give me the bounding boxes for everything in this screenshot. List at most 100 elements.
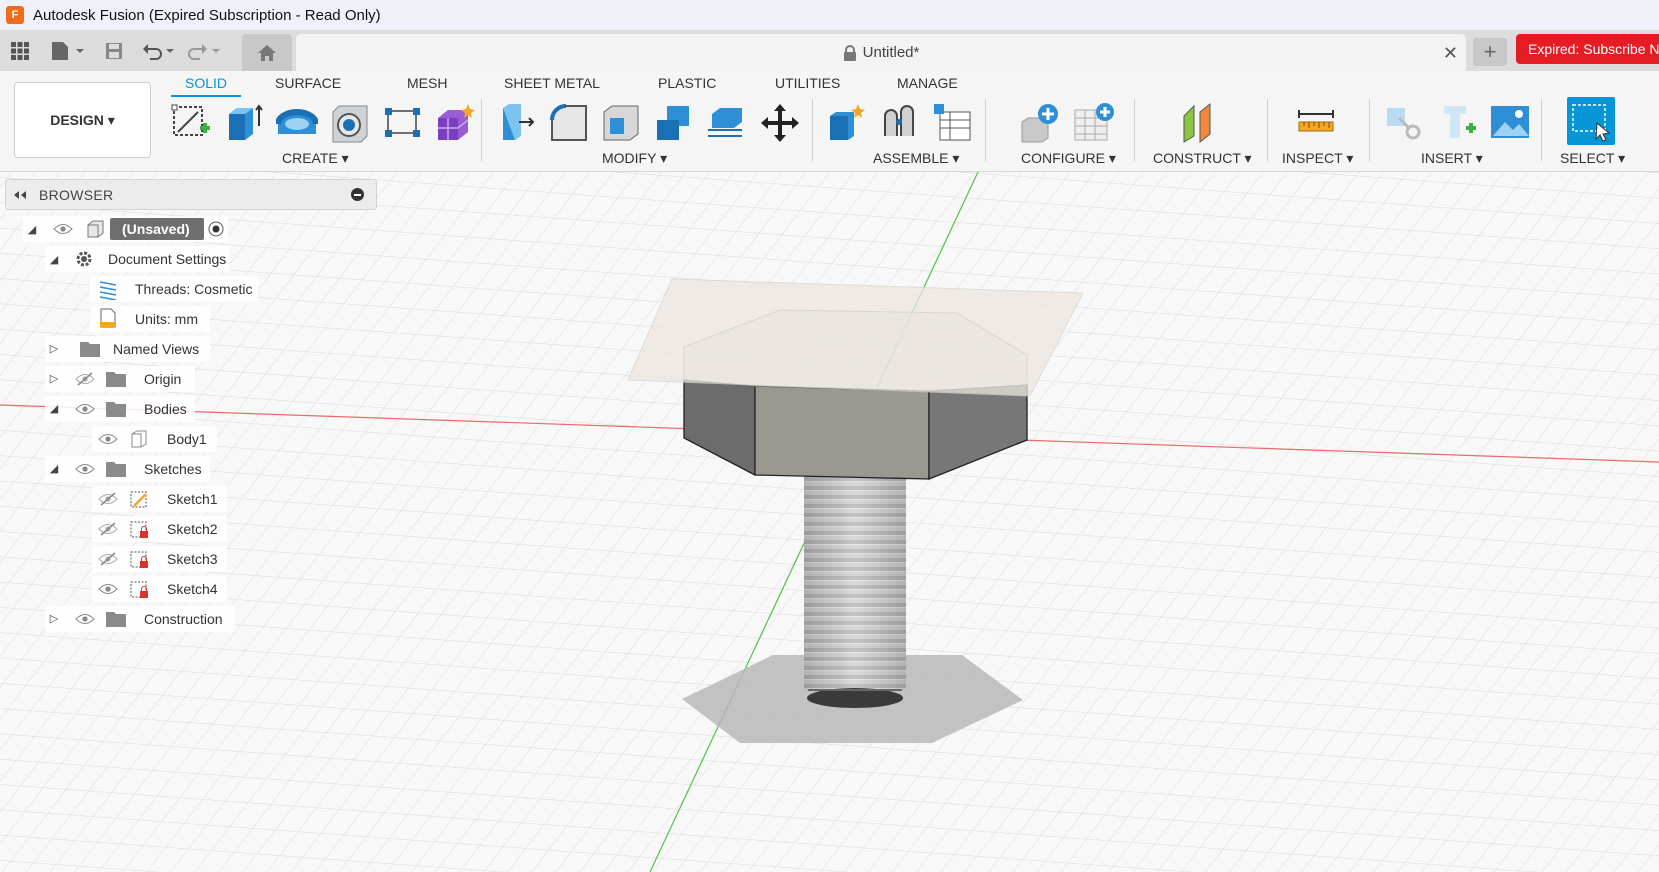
combine-icon[interactable] xyxy=(653,102,695,144)
folder-icon xyxy=(106,612,126,627)
units-icon xyxy=(100,308,116,328)
toolbar-separator xyxy=(481,99,482,161)
create-sketch-icon[interactable] xyxy=(170,102,212,144)
bodies-label[interactable]: Bodies xyxy=(144,401,187,417)
create-group-label[interactable]: CREATE ▾ xyxy=(282,150,349,167)
visibility-eye-icon[interactable] xyxy=(98,432,118,446)
document-settings-label[interactable]: Document Settings xyxy=(108,251,226,267)
origin-label[interactable]: Origin xyxy=(144,371,181,387)
collapse-triangle-icon[interactable]: ▷ xyxy=(48,372,60,385)
sketch3-label[interactable]: Sketch3 xyxy=(167,551,218,567)
sketch4-label[interactable]: Sketch4 xyxy=(167,581,218,597)
tab-solid[interactable]: SOLID xyxy=(171,75,242,97)
move-copy-icon[interactable] xyxy=(759,102,801,144)
insert-mcmaster-icon[interactable] xyxy=(1436,102,1478,144)
tab-mesh[interactable]: MESH xyxy=(407,75,447,97)
document-title: Untitled* xyxy=(862,44,920,61)
shell-icon[interactable] xyxy=(600,102,642,144)
visibility-eye-icon[interactable] xyxy=(75,612,95,626)
select-icon[interactable] xyxy=(1567,97,1615,145)
tab-manage[interactable]: MANAGE xyxy=(897,75,958,97)
named-views-label[interactable]: Named Views xyxy=(113,341,199,357)
title-bar: F Autodesk Fusion (Expired Subscription … xyxy=(0,0,1659,30)
threads-setting-label[interactable]: Threads: Cosmetic xyxy=(135,281,252,297)
modify-group-label[interactable]: MODIFY ▾ xyxy=(602,150,667,167)
hidden-eye-icon[interactable] xyxy=(98,522,118,536)
construction-label[interactable]: Construction xyxy=(144,611,223,627)
fusion-app: F Autodesk Fusion (Expired Subscription … xyxy=(0,0,1659,872)
insert-group-label[interactable]: INSERT ▾ xyxy=(1421,150,1483,167)
file-menu-icon[interactable] xyxy=(50,39,86,63)
body1-label[interactable]: Body1 xyxy=(167,431,207,447)
tab-sheet-metal[interactable]: SHEET METAL xyxy=(504,75,600,97)
collapse-triangle-icon[interactable]: ▷ xyxy=(48,342,60,355)
offset-plane-icon[interactable] xyxy=(1178,102,1220,144)
hole-icon[interactable] xyxy=(329,102,371,144)
collapse-browser-icon[interactable] xyxy=(13,190,27,200)
bill-of-materials-icon[interactable] xyxy=(932,102,974,144)
fillet-icon[interactable] xyxy=(548,102,590,144)
expired-subscribe-button[interactable]: Expired: Subscribe N xyxy=(1516,34,1659,64)
new-tab-button[interactable]: + xyxy=(1473,38,1507,66)
units-setting-label[interactable]: Units: mm xyxy=(135,311,198,327)
sketches-label[interactable]: Sketches xyxy=(144,461,202,477)
workspace-switcher[interactable]: DESIGN ▾ xyxy=(14,82,151,158)
inspect-group-label[interactable]: INSPECT ▾ xyxy=(1282,150,1353,167)
save-icon[interactable] xyxy=(104,39,124,63)
tab-plastic[interactable]: PLASTIC xyxy=(658,75,716,97)
visibility-eye-icon[interactable] xyxy=(98,582,118,596)
undo-icon[interactable] xyxy=(142,39,178,63)
browser-panel-header[interactable]: BROWSER xyxy=(5,179,377,210)
body-icon xyxy=(131,430,147,448)
expand-triangle-icon[interactable]: ◢ xyxy=(48,462,60,475)
expand-triangle-icon[interactable]: ◢ xyxy=(48,402,60,415)
tab-bar: Untitled* ✕ + Expired: Subscribe N xyxy=(0,30,1659,71)
toolbar-separator xyxy=(1134,99,1135,161)
hidden-eye-icon[interactable] xyxy=(98,552,118,566)
joint-icon[interactable] xyxy=(879,102,921,144)
collapse-triangle-icon[interactable]: ▷ xyxy=(48,612,60,625)
tab-utilities[interactable]: UTILITIES xyxy=(775,75,840,97)
sketch2-label[interactable]: Sketch2 xyxy=(167,521,218,537)
assemble-group-label[interactable]: ASSEMBLE ▾ xyxy=(873,150,959,167)
sketch1-label[interactable]: Sketch1 xyxy=(167,491,218,507)
revolve-icon[interactable] xyxy=(276,102,318,144)
activate-radio-icon[interactable] xyxy=(208,221,224,237)
new-component-icon[interactable] xyxy=(826,102,868,144)
gear-icon xyxy=(76,251,92,267)
insert-derive-icon[interactable] xyxy=(1383,102,1425,144)
home-button[interactable] xyxy=(242,34,292,71)
hidden-eye-icon[interactable] xyxy=(75,372,95,386)
browser-minimize-icon[interactable] xyxy=(351,188,364,201)
expand-triangle-icon[interactable]: ◢ xyxy=(48,253,60,266)
press-pull-icon[interactable] xyxy=(495,102,537,144)
hidden-eye-icon[interactable] xyxy=(98,492,118,506)
close-tab-icon[interactable]: ✕ xyxy=(1443,43,1458,64)
toolbar-separator xyxy=(1267,99,1268,161)
folder-icon xyxy=(80,342,100,357)
fusion-logo-icon: F xyxy=(6,6,24,24)
offset-face-icon[interactable] xyxy=(706,102,748,144)
configuration-table-icon[interactable] xyxy=(1073,102,1115,144)
toolbar-separator xyxy=(1369,99,1370,161)
sketch-locked-icon xyxy=(130,581,148,598)
visibility-eye-icon[interactable] xyxy=(53,222,73,236)
construct-group-label[interactable]: CONSTRUCT ▾ xyxy=(1153,150,1252,167)
redo-icon[interactable] xyxy=(188,39,224,63)
visibility-eye-icon[interactable] xyxy=(75,462,95,476)
configure-group-label[interactable]: CONFIGURE ▾ xyxy=(1021,150,1116,167)
folder-icon xyxy=(106,372,126,387)
extrude-icon[interactable] xyxy=(223,102,265,144)
create-form-icon[interactable] xyxy=(434,102,476,144)
pattern-icon[interactable] xyxy=(382,102,424,144)
configure-design-icon[interactable] xyxy=(1020,102,1062,144)
data-panel-grid-icon[interactable] xyxy=(10,39,30,63)
document-tab[interactable]: Untitled* ✕ xyxy=(296,34,1466,71)
insert-canvas-icon[interactable] xyxy=(1489,102,1531,144)
expand-triangle-icon[interactable]: ◢ xyxy=(26,223,38,236)
sketch-locked-icon xyxy=(130,551,148,568)
measure-icon[interactable] xyxy=(1295,102,1337,144)
visibility-eye-icon[interactable] xyxy=(75,402,95,416)
select-group-label[interactable]: SELECT ▾ xyxy=(1560,150,1625,167)
tab-surface[interactable]: SURFACE xyxy=(275,75,341,97)
